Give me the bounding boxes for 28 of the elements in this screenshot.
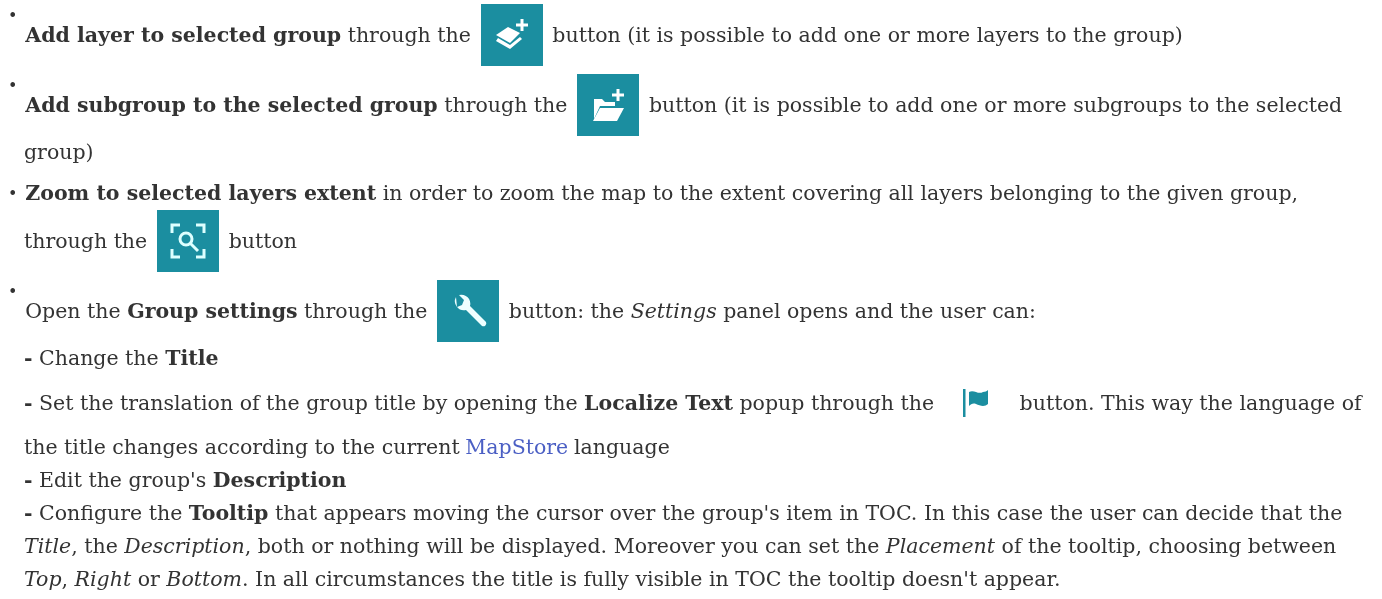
text: - Edit the group's Description <box>24 467 347 495</box>
text: Top, Right or Bottom. In all circumstances the title is fully visible in TOC the tooltip doesn't appear. <box>24 566 1061 594</box>
text: button <box>228 227 298 255</box>
text: button (it is possible to add one or more subgroups to the selected <box>648 91 1343 119</box>
text: - Configure the Tooltip that appears moving the cursor over the group's item in TOC. In this case the user can decide that the <box>24 500 1343 528</box>
text: - Change the Title <box>24 345 219 373</box>
wrench-icon <box>437 280 500 342</box>
text: Open the Group settings through the <box>25 297 428 325</box>
text: through the <box>24 227 148 255</box>
bullet: • <box>8 284 19 300</box>
text: button (it is possible to add one or more layers to the group) <box>552 21 1183 49</box>
text: the title changes according to the current <box>24 434 460 462</box>
text: button. This way the language of <box>1019 389 1362 417</box>
folder-plus-icon <box>577 74 640 136</box>
zoom-extent-icon <box>156 210 219 272</box>
bullet: • <box>8 185 19 202</box>
bullet: • <box>8 8 19 24</box>
bullet: • <box>8 78 19 94</box>
text: Zoom to selected layers extent in order to zoom the map to the extent covering all layers belonging to the given group, <box>25 180 1299 208</box>
text: Add layer to selected group through the <box>25 21 471 49</box>
text: Add subgroup to the selected group through the <box>25 91 568 119</box>
text: group) <box>24 139 94 167</box>
text: - Set the translation of the group title by opening the Localize Text popup through the <box>24 389 935 417</box>
text: language <box>574 434 670 462</box>
text: button: the Settings panel opens and the user can: <box>508 297 1036 325</box>
layers-plus-icon <box>480 4 543 66</box>
text: Title, the Description, both or nothing will be displayed. Moreover you can set the Placement of the tooltip, choosing between <box>24 533 1337 561</box>
link[interactable]: MapStore <box>465 432 569 463</box>
